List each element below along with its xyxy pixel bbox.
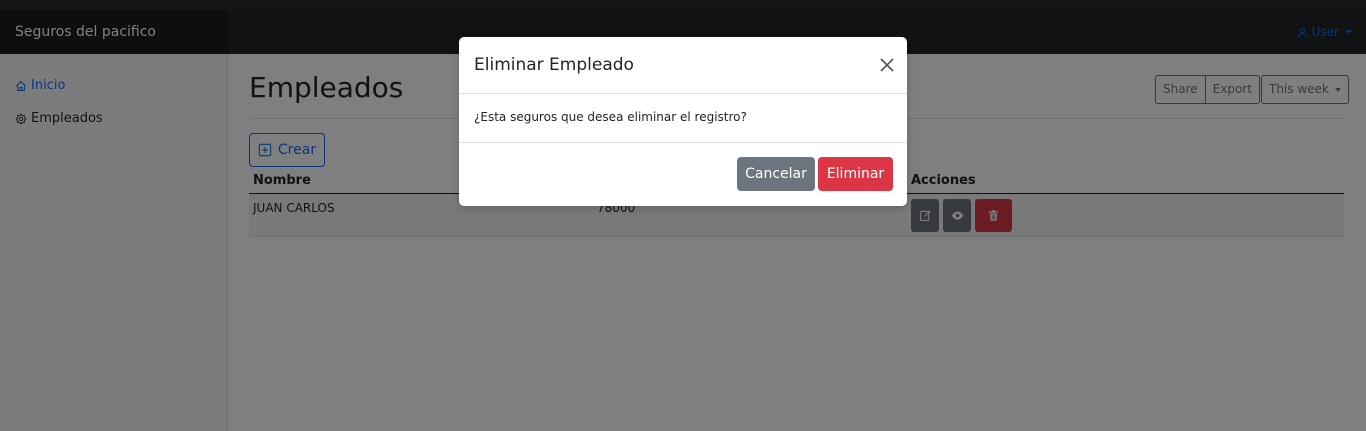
close-icon (880, 58, 894, 72)
modal-message: ¿Esta seguros que desea eliminar el regi… (474, 110, 747, 124)
modal-footer-divider (459, 142, 907, 143)
close-button[interactable] (879, 57, 895, 73)
modal-header: Eliminar Empleado (459, 37, 907, 94)
modal-title: Eliminar Empleado (474, 55, 634, 75)
cancel-button[interactable]: Cancelar (737, 157, 815, 191)
confirm-delete-button[interactable]: Eliminar (818, 157, 893, 191)
delete-confirm-modal: Eliminar Empleado ¿Esta seguros que dese… (459, 37, 907, 206)
